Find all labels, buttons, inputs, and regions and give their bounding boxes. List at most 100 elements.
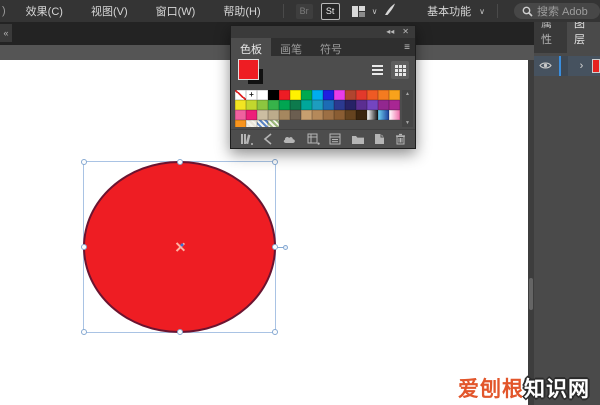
swatch[interactable] — [367, 110, 378, 120]
swatch[interactable] — [235, 120, 246, 127]
swatch[interactable] — [235, 90, 246, 100]
swatch[interactable] — [301, 110, 312, 120]
swatch[interactable] — [323, 90, 334, 100]
swatch[interactable] — [268, 90, 279, 100]
swatch[interactable] — [356, 90, 367, 100]
swatch[interactable] — [268, 120, 279, 127]
workspace-layout-icon[interactable] — [351, 5, 365, 17]
panel-menu-icon[interactable]: ≡ — [404, 42, 410, 53]
swatch[interactable] — [257, 110, 268, 120]
new-swatch-icon[interactable] — [374, 133, 385, 145]
swatch[interactable] — [290, 100, 301, 110]
swatch[interactable] — [345, 90, 356, 100]
swatch[interactable] — [301, 100, 312, 110]
swatch[interactable] — [301, 90, 312, 100]
bridge-icon[interactable]: Br — [295, 3, 313, 19]
swatch[interactable] — [279, 100, 290, 110]
swatch-kinds-icon[interactable] — [307, 133, 320, 145]
layer-expand-arrow[interactable]: › — [571, 60, 592, 72]
swatch[interactable] — [257, 100, 268, 110]
swatch[interactable] — [268, 100, 279, 110]
swatch[interactable] — [367, 100, 378, 110]
swatch[interactable] — [389, 100, 400, 110]
tab-brushes[interactable]: 画笔 — [271, 38, 311, 56]
scroll-up-icon[interactable]: ▲ — [405, 91, 410, 97]
handle-bottom-mid[interactable] — [176, 329, 183, 335]
swatch[interactable] — [290, 110, 301, 120]
divider — [282, 4, 284, 18]
swatch[interactable]: + — [246, 90, 257, 100]
swatch[interactable] — [378, 90, 389, 100]
handle-top-mid[interactable] — [176, 159, 183, 165]
swatch[interactable] — [378, 110, 389, 120]
swatch[interactable] — [345, 110, 356, 120]
swatch[interactable] — [246, 110, 257, 120]
swatch[interactable] — [235, 100, 246, 110]
layer-thumbnail[interactable] — [592, 59, 600, 73]
grid-view-button[interactable] — [391, 61, 409, 79]
stock-icon[interactable]: St — [320, 2, 340, 20]
layer-row[interactable]: › — [534, 56, 600, 76]
collapse-icons-icon[interactable]: ◂◂ — [386, 28, 394, 36]
menu-item[interactable]: 帮助(H) — [209, 3, 274, 19]
swatch[interactable] — [312, 110, 323, 120]
new-color-group-icon[interactable] — [351, 133, 365, 145]
swatch[interactable] — [268, 110, 279, 120]
menu-item[interactable]: 窗口(W) — [142, 3, 210, 19]
swatch[interactable] — [246, 100, 257, 110]
swatch[interactable] — [323, 100, 334, 110]
eye-icon[interactable] — [539, 57, 552, 75]
collapse-panel-icon[interactable]: « — [0, 24, 12, 42]
delete-swatch-icon[interactable] — [395, 133, 406, 145]
swatch[interactable] — [312, 100, 323, 110]
search-box[interactable]: 搜索 Adob — [514, 3, 600, 19]
center-point-widget[interactable] — [174, 242, 185, 253]
swatch[interactable] — [345, 100, 356, 110]
swatch[interactable] — [389, 90, 400, 100]
swatch[interactable] — [279, 110, 290, 120]
fill-swatch[interactable] — [238, 59, 259, 80]
swatch[interactable] — [334, 90, 345, 100]
swatch[interactable] — [290, 90, 301, 100]
selection-bounding-box[interactable] — [81, 159, 288, 335]
swatch[interactable] — [378, 100, 389, 110]
chevron-down-icon[interactable]: ∨ — [372, 7, 378, 16]
swatch-scrollbar[interactable]: ▲ ▼ — [402, 90, 413, 127]
swatch[interactable] — [334, 100, 345, 110]
brush-icon[interactable] — [383, 3, 396, 19]
swatch[interactable] — [356, 100, 367, 110]
tab-swatches[interactable]: 色板 — [231, 38, 271, 56]
handle-mid-left[interactable] — [81, 244, 87, 250]
swatch[interactable] — [312, 90, 323, 100]
panel-title-bar[interactable]: ◂◂ ✕ — [231, 26, 415, 38]
color-themes-icon[interactable] — [263, 133, 273, 145]
swatch[interactable] — [323, 110, 334, 120]
swatch[interactable] — [246, 120, 257, 127]
chevron-down-icon[interactable]: ∨ — [479, 7, 485, 16]
menu-item[interactable]: 视图(V) — [77, 3, 142, 19]
list-view-button[interactable] — [368, 61, 386, 79]
tab-symbols[interactable]: 符号 — [311, 38, 351, 56]
add-to-library-icon[interactable] — [282, 133, 297, 145]
scrollbar-thumb[interactable] — [529, 278, 533, 310]
fill-stroke-proxy[interactable] — [238, 59, 268, 87]
swatch[interactable] — [257, 90, 268, 100]
swatch[interactable] — [389, 110, 400, 120]
scroll-down-icon[interactable]: ▼ — [405, 120, 410, 126]
close-icon[interactable]: ✕ — [402, 28, 409, 36]
handle-bottom-right[interactable] — [272, 329, 278, 335]
handle-top-left[interactable] — [81, 159, 87, 165]
swatch[interactable] — [356, 110, 367, 120]
workspace-switcher[interactable]: 基本功能 — [427, 3, 471, 19]
swatch[interactable] — [279, 90, 290, 100]
swatch[interactable] — [257, 120, 268, 127]
swatch[interactable] — [235, 110, 246, 120]
swatch-libraries-icon[interactable] — [240, 133, 253, 145]
swatch-options-icon[interactable] — [329, 133, 341, 145]
handle-bottom-left[interactable] — [81, 329, 87, 335]
handle-top-right[interactable] — [272, 159, 278, 165]
swatch[interactable] — [367, 90, 378, 100]
menu-item[interactable]: 效果(C) — [12, 3, 77, 19]
side-widget-handle[interactable] — [277, 244, 288, 250]
swatch[interactable] — [334, 110, 345, 120]
